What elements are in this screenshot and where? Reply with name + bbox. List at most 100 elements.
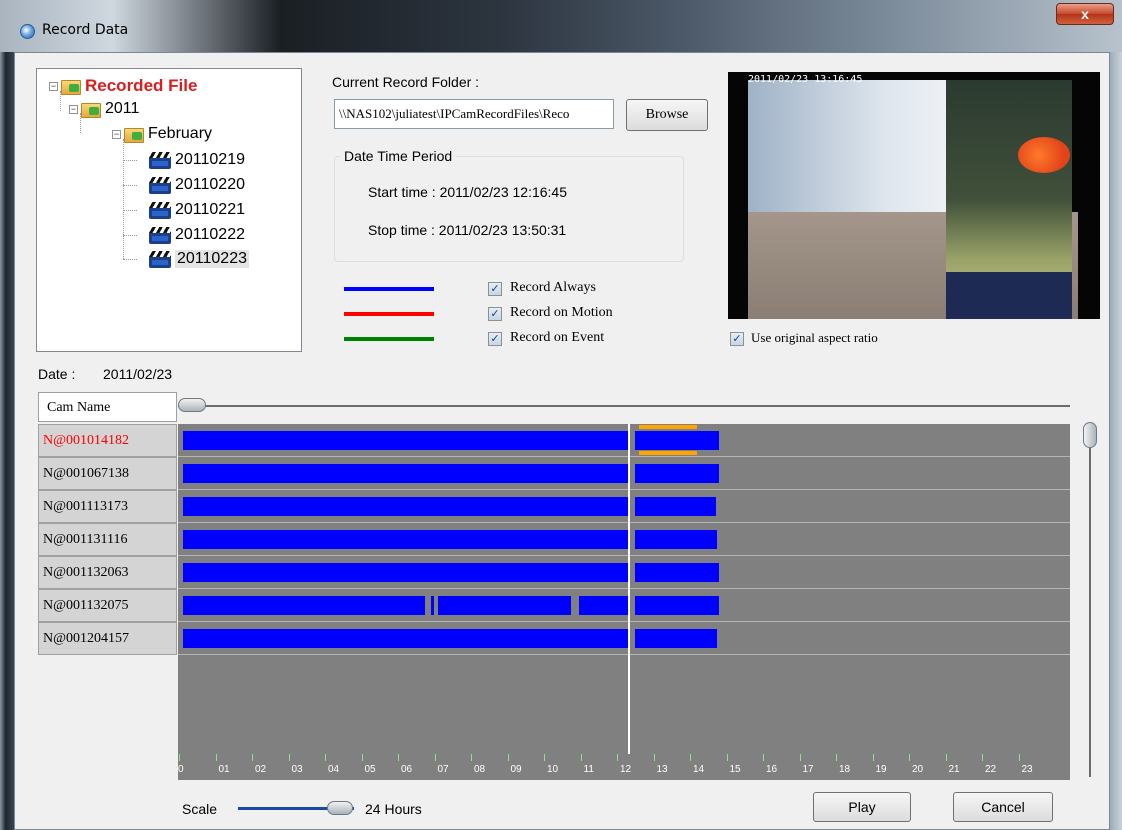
record-always-segment[interactable] xyxy=(182,464,628,483)
timeline-row-separator xyxy=(178,456,1070,457)
scale-value: 24 Hours xyxy=(365,801,422,817)
tree-node-label: Recorded File xyxy=(85,76,198,95)
record-folder-field[interactable]: \\NAS102\juliatest\IPCamRecordFiles\Reco xyxy=(334,99,614,129)
record-on-event-checkbox[interactable]: ✓ xyxy=(488,332,502,346)
folder-icon xyxy=(81,101,101,118)
record-on-motion-checkbox[interactable]: ✓ xyxy=(488,307,502,321)
play-button[interactable]: Play xyxy=(813,792,911,822)
tree-node-label: 2011 xyxy=(105,100,140,117)
tree-node-day[interactable]: 20110221 xyxy=(149,199,245,221)
record-always-segment[interactable] xyxy=(635,629,718,648)
motion-event-marker[interactable] xyxy=(638,451,698,455)
video-clip-icon xyxy=(149,226,171,244)
record-on-motion-swatch xyxy=(344,312,434,316)
video-preview[interactable]: 2011/02/23 13:16:45 xyxy=(728,72,1100,319)
hour-label: 01 xyxy=(218,764,230,775)
hour-tick xyxy=(617,754,618,761)
tree-node-year[interactable]: − 2011 xyxy=(69,98,139,120)
record-always-segment[interactable] xyxy=(578,596,628,615)
motion-event-marker[interactable] xyxy=(638,425,698,429)
hour-tick xyxy=(945,754,947,761)
record-always-segment[interactable] xyxy=(635,596,720,615)
cam-name-header[interactable]: Cam Name xyxy=(38,392,177,422)
vertical-scroll-track[interactable] xyxy=(1089,432,1091,777)
hour-label: 18 xyxy=(839,764,851,775)
record-always-segment[interactable] xyxy=(182,563,628,582)
record-always-segment[interactable] xyxy=(182,530,628,549)
video-timestamp-overlay: 2011/02/23 13:16:45 xyxy=(748,74,863,85)
record-always-segment[interactable] xyxy=(635,431,720,450)
tree-node-root[interactable]: − Recorded File xyxy=(49,75,197,97)
record-always-segment[interactable] xyxy=(635,464,720,483)
hour-label: 20 xyxy=(912,764,924,775)
hour-label: 15 xyxy=(729,764,741,775)
hour-tick xyxy=(471,754,472,761)
tree-node-month[interactable]: − February xyxy=(112,123,212,145)
recorded-files-tree[interactable]: − Recorded File − 2011 − February 201102… xyxy=(36,68,302,352)
timeline-zoom-track[interactable] xyxy=(178,405,1070,407)
video-clip-icon xyxy=(149,201,171,219)
camera-name-cell[interactable]: N@001204157 xyxy=(38,622,177,655)
cancel-button[interactable]: Cancel xyxy=(953,792,1053,822)
tree-node-day-selected[interactable]: 20110223 xyxy=(149,248,249,270)
hour-label: 0 xyxy=(178,764,184,775)
camera-name-cell[interactable]: N@001132063 xyxy=(38,556,177,589)
browse-button[interactable]: Browse xyxy=(626,99,708,131)
video-scene-tank-base xyxy=(946,272,1072,319)
record-always-swatch xyxy=(344,287,434,291)
folder-icon xyxy=(124,126,144,143)
hour-label: 11 xyxy=(583,764,594,775)
hour-label: 14 xyxy=(693,764,705,775)
record-always-segment[interactable] xyxy=(182,596,426,615)
hour-label: 04 xyxy=(328,764,340,775)
record-on-event-swatch xyxy=(344,337,434,341)
camera-name-cell[interactable]: N@001067138 xyxy=(38,457,177,490)
timeline-cursor[interactable] xyxy=(627,424,630,754)
hour-label: 21 xyxy=(948,764,960,775)
record-always-checkbox[interactable]: ✓ xyxy=(488,282,502,296)
timeline-zoom-thumb[interactable] xyxy=(178,398,206,412)
hour-label: 13 xyxy=(656,764,668,775)
record-always-segment[interactable] xyxy=(430,596,435,615)
tree-node-day[interactable]: 20110219 xyxy=(149,149,245,171)
record-always-segment[interactable] xyxy=(635,530,718,549)
original-aspect-label: Use original aspect ratio xyxy=(751,330,878,345)
tree-node-label: 20110223 xyxy=(175,250,249,268)
camera-name-cell[interactable]: N@001131116 xyxy=(38,523,177,556)
window-title: Record Data xyxy=(42,22,129,38)
hour-label: 22 xyxy=(985,764,997,775)
collapse-toggle[interactable]: − xyxy=(49,81,58,91)
tree-node-day[interactable]: 20110220 xyxy=(149,174,245,196)
hour-tick xyxy=(215,754,217,761)
hour-tick xyxy=(179,754,180,761)
vertical-scroll-thumb[interactable] xyxy=(1083,422,1097,448)
hour-tick xyxy=(252,754,253,761)
hour-tick xyxy=(653,754,655,761)
scale-slider-thumb[interactable] xyxy=(327,801,353,815)
camera-name-cell[interactable]: N@001132075 xyxy=(38,589,177,622)
camera-name-cell[interactable]: N@001113173 xyxy=(38,490,177,523)
tree-node-day[interactable]: 20110222 xyxy=(149,224,245,246)
video-clip-icon xyxy=(149,176,171,194)
record-always-segment[interactable] xyxy=(635,497,716,516)
hour-label: 06 xyxy=(401,764,413,775)
collapse-toggle[interactable]: − xyxy=(69,104,78,114)
timeline-row-separator xyxy=(178,522,1070,523)
record-always-segment[interactable] xyxy=(182,497,628,516)
record-always-segment[interactable] xyxy=(438,596,572,615)
timeline-row-separator xyxy=(178,588,1070,589)
original-aspect-checkbox[interactable]: ✓ xyxy=(730,332,744,346)
close-button[interactable]: x xyxy=(1056,3,1114,25)
timeline-row-separator xyxy=(178,489,1070,490)
record-always-segment[interactable] xyxy=(182,629,628,648)
stop-time-text: Stop time : 2011/02/23 13:50:31 xyxy=(368,222,567,238)
hour-label: 08 xyxy=(474,764,486,775)
record-always-segment[interactable] xyxy=(182,431,628,450)
hour-tick xyxy=(507,754,509,761)
collapse-toggle[interactable]: − xyxy=(112,129,121,139)
record-always-segment[interactable] xyxy=(635,563,720,582)
camera-name-cell[interactable]: N@001014182 xyxy=(38,424,177,457)
hour-tick xyxy=(909,754,910,761)
hour-tick xyxy=(288,754,290,761)
hour-label: 19 xyxy=(875,764,887,775)
